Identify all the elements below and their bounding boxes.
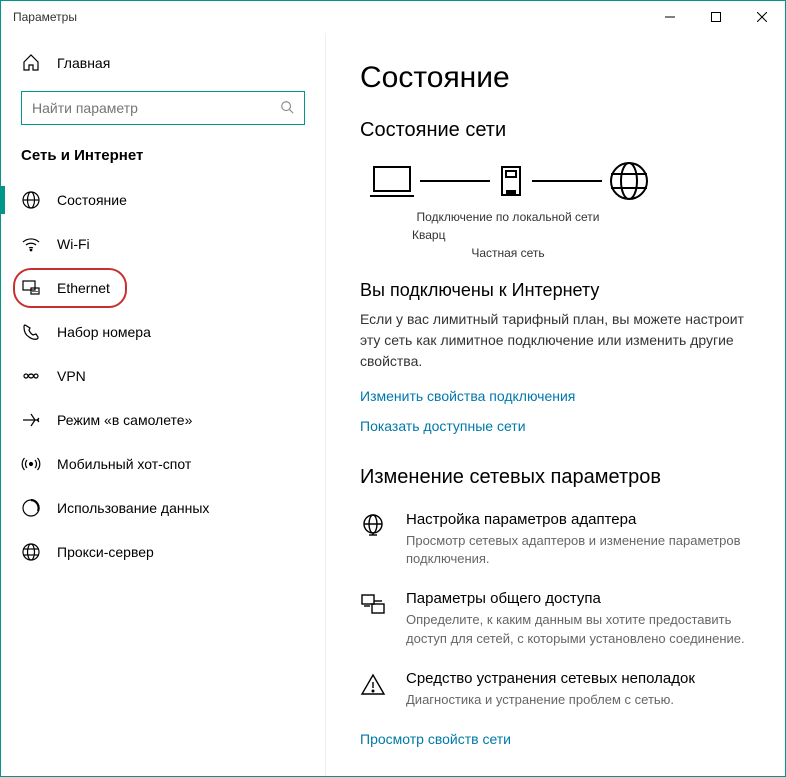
warning-icon: [360, 670, 388, 709]
computer-icon: [370, 163, 414, 199]
nav-label: Набор номера: [57, 324, 151, 340]
vpn-icon: [21, 366, 41, 386]
globe-icon: [21, 190, 41, 210]
sidebar: Главная Сеть и Интернет Состояние Wi: [1, 33, 326, 776]
network-diagram: [370, 160, 751, 202]
nav-label: Состояние: [57, 192, 127, 208]
link-show-available-networks[interactable]: Показать доступные сети: [360, 418, 526, 434]
change-network-params-title: Изменение сетевых параметров: [360, 466, 751, 489]
nav-item-airplane[interactable]: Режим «в самолете»: [1, 398, 325, 442]
network-state-title: Состояние сети: [360, 119, 751, 142]
search-box[interactable]: [21, 91, 305, 125]
hotspot-icon: [21, 454, 41, 474]
home-label: Главная: [57, 55, 110, 71]
main-content: Состояние Состояние сети Подключение по …: [326, 33, 785, 776]
option-troubleshooter[interactable]: Средство устранения сетевых неполадок Ди…: [360, 670, 751, 709]
option-desc: Определите, к каким данным вы хотите пре…: [406, 611, 751, 647]
home-icon: [21, 53, 41, 73]
page-title: Состояние: [360, 61, 751, 95]
diagram-caption-line1: Подключение по локальной сети: [408, 208, 608, 226]
data-usage-icon: [21, 498, 41, 518]
home-link[interactable]: Главная: [1, 45, 325, 87]
option-adapter-settings[interactable]: Настройка параметров адаптера Просмотр с…: [360, 511, 751, 568]
option-title: Параметры общего доступа: [406, 590, 751, 607]
nav-label: Мобильный хот-спот: [57, 456, 191, 472]
nav-item-ethernet[interactable]: Ethernet: [1, 266, 325, 310]
nav-label: Режим «в самолете»: [57, 412, 192, 428]
search-input[interactable]: [32, 100, 280, 116]
nav-item-vpn[interactable]: VPN: [1, 354, 325, 398]
option-desc: Просмотр сетевых адаптеров и изменение п…: [406, 532, 751, 568]
nav-label: Использование данных: [57, 500, 209, 516]
settings-window: Параметры Главная Сет: [0, 0, 786, 777]
option-title: Настройка параметров адаптера: [406, 511, 751, 528]
titlebar: Параметры: [1, 1, 785, 33]
nav-item-status[interactable]: Состояние: [1, 178, 325, 222]
diagram-line: [532, 180, 602, 182]
phone-icon: [21, 322, 41, 342]
sharing-icon: [360, 590, 388, 647]
diagram-caption-line2: Кварц: [408, 226, 608, 244]
nav-label: Wi-Fi: [57, 236, 90, 252]
option-sharing-settings[interactable]: Параметры общего доступа Определите, к к…: [360, 590, 751, 647]
nav-label: VPN: [57, 368, 86, 384]
search-icon: [280, 100, 294, 117]
router-icon: [496, 163, 526, 199]
sidebar-section-title: Сеть и Интернет: [1, 143, 325, 178]
link-change-connection-props[interactable]: Изменить свойства подключения: [360, 388, 575, 404]
nav-item-datausage[interactable]: Использование данных: [1, 486, 325, 530]
wifi-icon: [21, 234, 41, 254]
maximize-button[interactable]: [693, 1, 739, 33]
airplane-icon: [21, 410, 41, 430]
option-desc: Диагностика и устранение проблем с сетью…: [406, 691, 695, 709]
diagram-line: [420, 180, 490, 182]
nav-item-hotspot[interactable]: Мобильный хот-спот: [1, 442, 325, 486]
nav-item-proxy[interactable]: Прокси-сервер: [1, 530, 325, 574]
link-view-network-props[interactable]: Просмотр свойств сети: [360, 731, 511, 747]
nav-label: Ethernet: [57, 280, 110, 296]
nav-item-dialup[interactable]: Набор номера: [1, 310, 325, 354]
diagram-captions: Подключение по локальной сети Кварц Част…: [408, 208, 751, 262]
window-title: Параметры: [13, 10, 77, 24]
connected-body: Если у вас лимитный тарифный план, вы мо…: [360, 309, 751, 372]
ethernet-icon: [21, 278, 41, 298]
option-title: Средство устранения сетевых неполадок: [406, 670, 695, 687]
nav-label: Прокси-сервер: [57, 544, 154, 560]
close-button[interactable]: [739, 1, 785, 33]
nav-item-wifi[interactable]: Wi-Fi: [1, 222, 325, 266]
proxy-icon: [21, 542, 41, 562]
internet-globe-icon: [608, 160, 650, 202]
adapter-icon: [360, 511, 388, 568]
diagram-caption-line3: Частная сеть: [408, 244, 608, 262]
connected-heading: Вы подключены к Интернету: [360, 280, 751, 301]
minimize-button[interactable]: [647, 1, 693, 33]
